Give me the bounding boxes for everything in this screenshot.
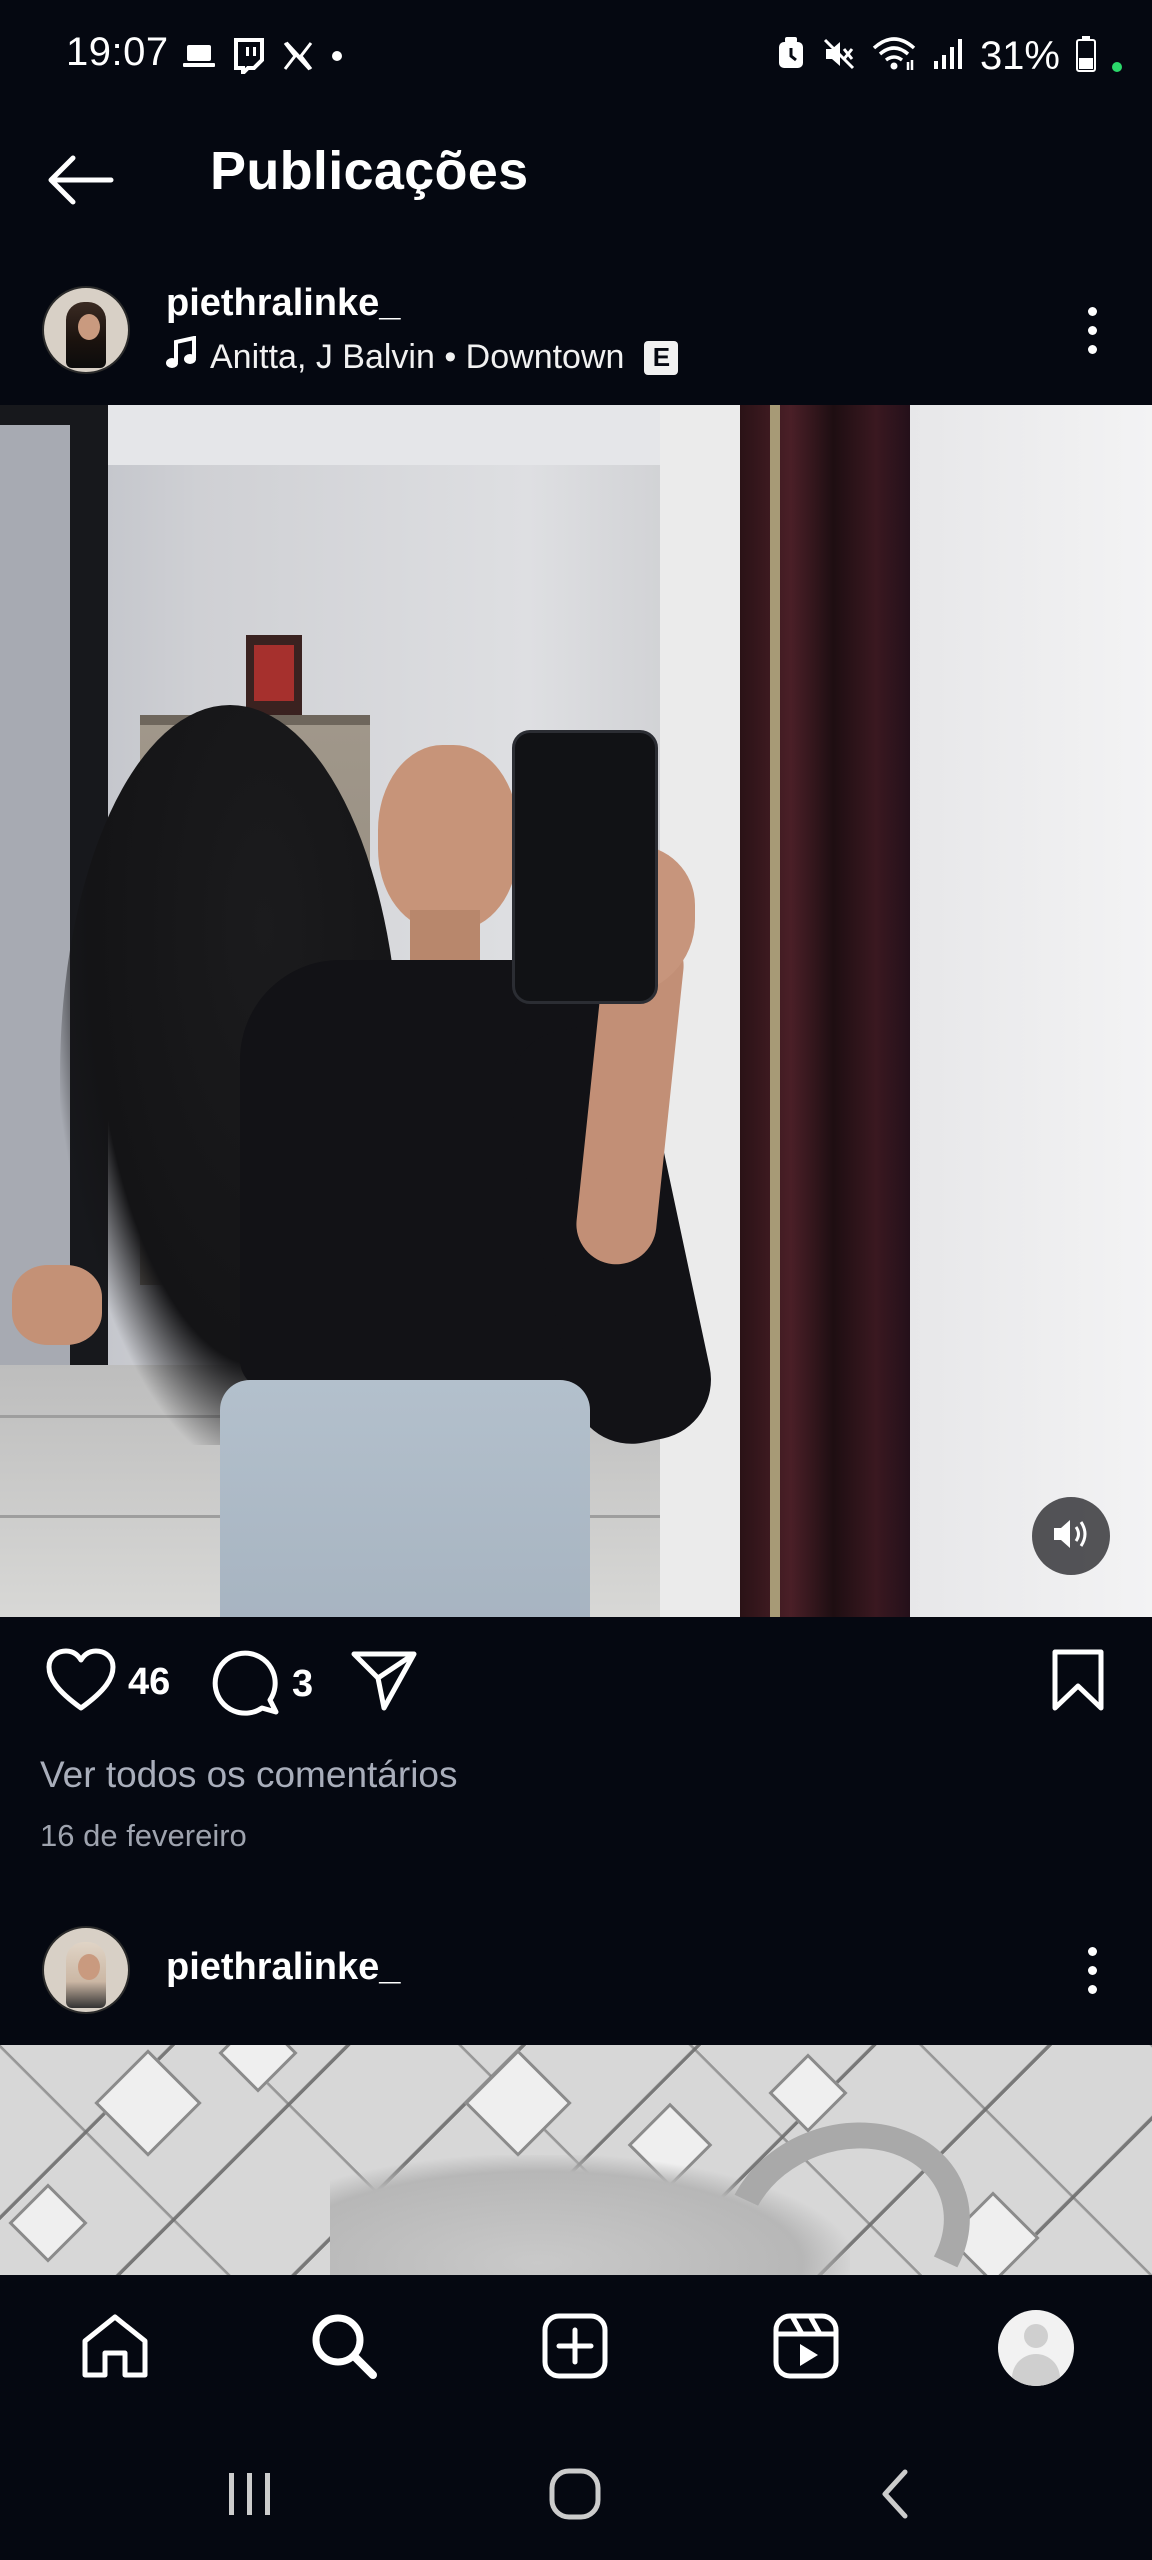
recent-apps-button[interactable] bbox=[210, 2456, 290, 2536]
sound-toggle-button[interactable] bbox=[1032, 1497, 1110, 1575]
back-button[interactable] bbox=[40, 142, 120, 222]
post-actions: 46 3 bbox=[0, 1640, 1152, 1730]
avatar[interactable] bbox=[42, 1926, 130, 2014]
nav-search[interactable] bbox=[304, 2308, 384, 2388]
laptop-icon bbox=[182, 42, 216, 75]
privacy-indicator-dot bbox=[1112, 62, 1122, 72]
post-header-2: piethralinke_ bbox=[0, 1910, 1152, 2030]
system-navigation-bar bbox=[0, 2426, 1152, 2560]
nav-home[interactable] bbox=[75, 2308, 155, 2388]
comment-count: 3 bbox=[292, 1663, 314, 1705]
battery-icon bbox=[1076, 35, 1096, 77]
like-count: 46 bbox=[128, 1661, 171, 1703]
avatar[interactable] bbox=[42, 286, 130, 374]
nav-create[interactable] bbox=[535, 2308, 615, 2388]
home-icon bbox=[80, 2313, 150, 2384]
recents-icon bbox=[223, 2471, 277, 2522]
status-right-icons: 31% bbox=[776, 30, 1122, 82]
signal-icon bbox=[932, 37, 964, 76]
status-left-icons bbox=[182, 37, 344, 79]
twitch-icon bbox=[232, 37, 266, 79]
view-all-comments-link[interactable]: Ver todos os comentários bbox=[40, 1754, 458, 1796]
arrow-left-icon bbox=[45, 155, 115, 210]
post-header: piethralinke_ Anitta, J Balvin • Downtow… bbox=[0, 270, 1152, 390]
mute-icon bbox=[822, 37, 856, 76]
back-system-button[interactable] bbox=[855, 2456, 935, 2536]
speaker-icon bbox=[1051, 1516, 1091, 1557]
header: Publicações bbox=[0, 120, 1152, 240]
post-options-button[interactable] bbox=[1062, 1930, 1122, 2010]
x-icon bbox=[282, 40, 314, 77]
alarm-icon bbox=[776, 36, 806, 77]
post-media[interactable] bbox=[0, 405, 1152, 1617]
search-icon bbox=[309, 2311, 379, 2386]
save-button[interactable] bbox=[1050, 1648, 1106, 1717]
wifi-icon bbox=[872, 36, 916, 77]
status-time: 19:07 bbox=[66, 30, 169, 74]
heart-icon bbox=[46, 1648, 116, 1717]
home-system-button[interactable] bbox=[535, 2456, 615, 2536]
profile-avatar bbox=[998, 2310, 1074, 2386]
reels-icon bbox=[772, 2312, 840, 2385]
paper-plane-icon bbox=[350, 1648, 418, 1717]
post-username[interactable]: piethralinke_ bbox=[166, 1946, 400, 1989]
bottom-navigation bbox=[0, 2276, 1152, 2426]
explicit-badge: E bbox=[644, 340, 679, 375]
music-attribution[interactable]: Anitta, J Balvin • Downtown E bbox=[166, 335, 679, 379]
music-text: Anitta, J Balvin • Downtown bbox=[210, 338, 625, 376]
post-options-button[interactable] bbox=[1062, 290, 1122, 370]
share-button[interactable] bbox=[350, 1648, 418, 1717]
page-title: Publicações bbox=[210, 141, 529, 201]
like-button[interactable]: 46 bbox=[46, 1648, 170, 1717]
create-icon bbox=[541, 2312, 609, 2385]
status-bar: 19:07 31% bbox=[0, 0, 1152, 120]
battery-percent: 31% bbox=[979, 33, 1060, 78]
chevron-left-icon bbox=[875, 2466, 915, 2527]
post-date: 16 de fevereiro bbox=[40, 1818, 247, 1853]
music-note-icon bbox=[166, 335, 198, 379]
comment-icon bbox=[212, 1648, 280, 1721]
home-circle-icon bbox=[547, 2466, 603, 2527]
post-media[interactable] bbox=[0, 2045, 1152, 2275]
nav-profile[interactable] bbox=[996, 2308, 1076, 2388]
dot-icon bbox=[330, 49, 344, 68]
post-username[interactable]: piethralinke_ bbox=[166, 282, 400, 325]
nav-reels[interactable] bbox=[766, 2308, 846, 2388]
comment-button[interactable]: 3 bbox=[212, 1648, 313, 1721]
bookmark-icon bbox=[1050, 1648, 1106, 1717]
